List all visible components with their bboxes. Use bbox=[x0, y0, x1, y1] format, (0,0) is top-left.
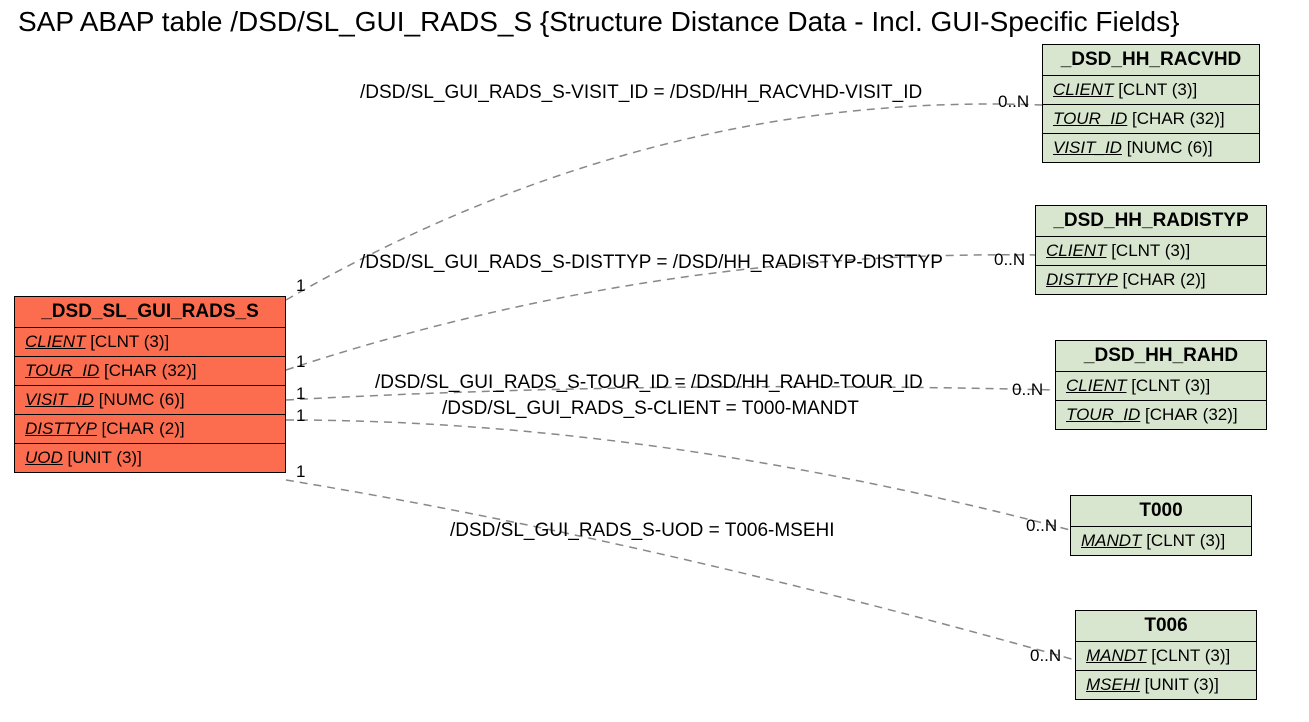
entity-header: T000 bbox=[1071, 496, 1251, 527]
relation-label: /DSD/SL_GUI_RADS_S-DISTTYP = /DSD/HH_RAD… bbox=[360, 252, 943, 274]
entity-header: T006 bbox=[1076, 611, 1256, 642]
entity-header: _DSD_HH_RADISTYP bbox=[1036, 206, 1266, 237]
relation-label: /DSD/SL_GUI_RADS_S-TOUR_ID = /DSD/HH_RAH… bbox=[375, 372, 923, 394]
cardinality-right: 0..N bbox=[1012, 380, 1043, 400]
cardinality-left: 1 bbox=[296, 352, 305, 372]
entity-radistyp: _DSD_HH_RADISTYP CLIENT [CLNT (3)] DISTT… bbox=[1035, 205, 1267, 295]
cardinality-left: 1 bbox=[296, 406, 305, 426]
cardinality-left: 1 bbox=[296, 276, 305, 296]
entity-field: DISTTYP [CHAR (2)] bbox=[1036, 266, 1266, 294]
entity-field: CLIENT [CLNT (3)] bbox=[1036, 237, 1266, 266]
entity-field: CLIENT [CLNT (3)] bbox=[15, 328, 285, 357]
relation-label: /DSD/SL_GUI_RADS_S-CLIENT = T000-MANDT bbox=[442, 398, 859, 420]
entity-field: MANDT [CLNT (3)] bbox=[1071, 527, 1251, 555]
entity-primary: _DSD_SL_GUI_RADS_S CLIENT [CLNT (3)] TOU… bbox=[14, 296, 286, 473]
entity-t000: T000 MANDT [CLNT (3)] bbox=[1070, 495, 1252, 556]
entity-racvhd: _DSD_HH_RACVHD CLIENT [CLNT (3)] TOUR_ID… bbox=[1042, 44, 1260, 163]
cardinality-left: 1 bbox=[296, 462, 305, 482]
relation-label: /DSD/SL_GUI_RADS_S-VISIT_ID = /DSD/HH_RA… bbox=[360, 82, 922, 104]
entity-field: TOUR_ID [CHAR (32)] bbox=[15, 357, 285, 386]
cardinality-right: 0..N bbox=[1030, 646, 1061, 666]
entity-rahd: _DSD_HH_RAHD CLIENT [CLNT (3)] TOUR_ID [… bbox=[1055, 340, 1267, 430]
entity-header: _DSD_HH_RAHD bbox=[1056, 341, 1266, 372]
entity-header: _DSD_HH_RACVHD bbox=[1043, 45, 1259, 76]
entity-field: CLIENT [CLNT (3)] bbox=[1056, 372, 1266, 401]
diagram-title: SAP ABAP table /DSD/SL_GUI_RADS_S {Struc… bbox=[18, 6, 1179, 38]
cardinality-right: 0..N bbox=[994, 250, 1025, 270]
entity-field: TOUR_ID [CHAR (32)] bbox=[1056, 401, 1266, 429]
entity-field: VISIT_ID [NUMC (6)] bbox=[1043, 134, 1259, 162]
entity-field: MSEHI [UNIT (3)] bbox=[1076, 671, 1256, 699]
cardinality-right: 0..N bbox=[1026, 516, 1057, 536]
relation-label: /DSD/SL_GUI_RADS_S-UOD = T006-MSEHI bbox=[450, 520, 835, 542]
entity-field: TOUR_ID [CHAR (32)] bbox=[1043, 105, 1259, 134]
entity-field: UOD [UNIT (3)] bbox=[15, 444, 285, 472]
entity-field: VISIT_ID [NUMC (6)] bbox=[15, 386, 285, 415]
cardinality-left: 1 bbox=[296, 384, 305, 404]
cardinality-right: 0..N bbox=[998, 92, 1029, 112]
entity-t006: T006 MANDT [CLNT (3)] MSEHI [UNIT (3)] bbox=[1075, 610, 1257, 700]
entity-field: MANDT [CLNT (3)] bbox=[1076, 642, 1256, 671]
entity-field: DISTTYP [CHAR (2)] bbox=[15, 415, 285, 444]
entity-header: _DSD_SL_GUI_RADS_S bbox=[15, 297, 285, 328]
entity-field: CLIENT [CLNT (3)] bbox=[1043, 76, 1259, 105]
